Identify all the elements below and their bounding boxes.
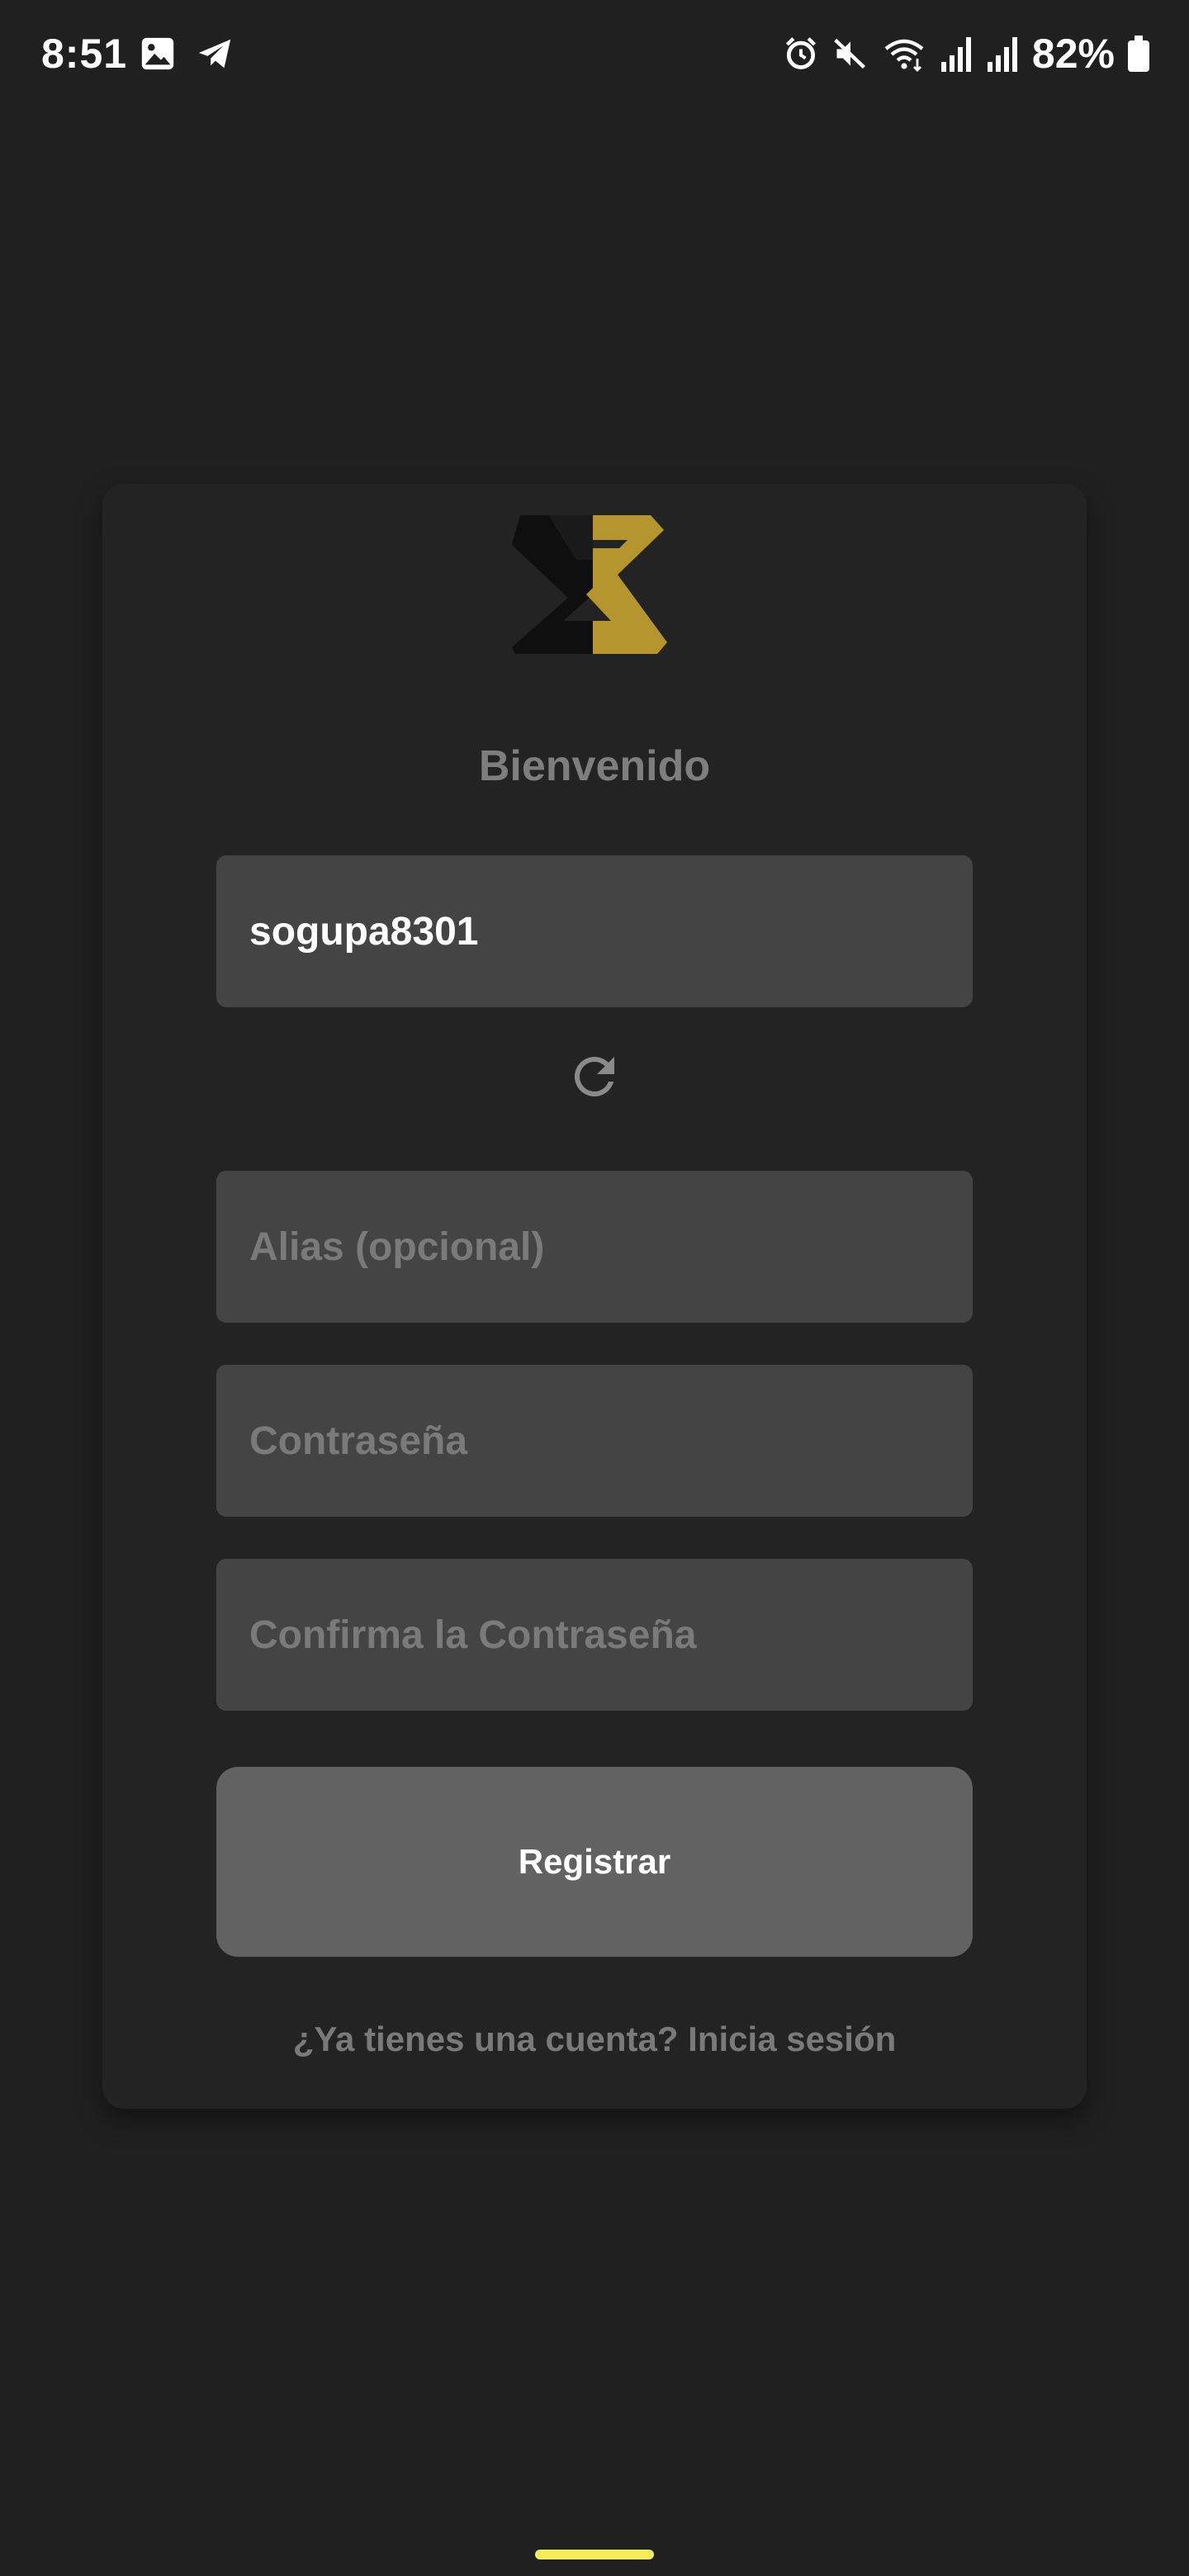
alias-field[interactable] (216, 1171, 973, 1323)
telegram-icon (198, 39, 231, 69)
username-field[interactable] (216, 855, 973, 1007)
password-field[interactable] (216, 1365, 973, 1517)
alarm-icon (785, 37, 816, 69)
signal-icon (940, 37, 971, 72)
app-logo (512, 515, 667, 654)
page-title: Bienvenido (478, 742, 711, 790)
refresh-icon[interactable] (565, 1047, 624, 1106)
wifi-icon (884, 39, 924, 72)
confirm-password-field[interactable] (216, 1559, 973, 1711)
signal-icon (987, 37, 1017, 72)
home-indicator[interactable] (535, 2550, 654, 2559)
alias-input[interactable] (216, 1171, 973, 1323)
mute-icon (834, 38, 865, 69)
battery-percentage: 82% (1031, 31, 1115, 77)
password-input[interactable] (216, 1365, 973, 1517)
battery-icon (1128, 36, 1149, 72)
system-icons: 82% (783, 30, 1149, 78)
status-time: 8:51 (41, 31, 128, 77)
register-button[interactable]: Registrar (216, 1767, 973, 1957)
gallery-icon (141, 37, 174, 70)
login-link[interactable]: ¿Ya tienes una cuenta? Inicia sesión (0, 2020, 1189, 2059)
confirm-password-input[interactable] (216, 1559, 973, 1711)
username-input[interactable] (216, 855, 973, 1007)
notification-icons (139, 35, 234, 73)
status-bar: 8:51 82% (0, 0, 1189, 107)
